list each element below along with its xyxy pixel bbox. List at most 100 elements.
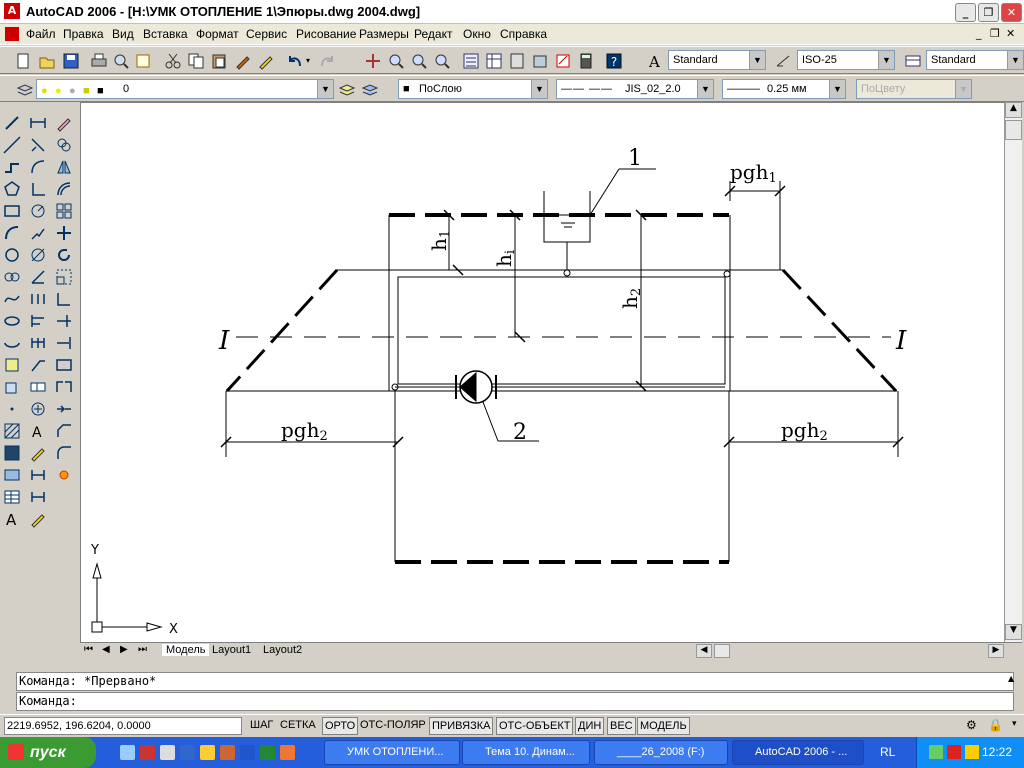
mirror-icon[interactable]	[55, 158, 73, 176]
tab-first-icon[interactable]: ⏮	[84, 644, 93, 655]
quicklaunch-ie-icon[interactable]	[120, 745, 135, 760]
menu-help[interactable]: Справка	[500, 27, 547, 41]
rotate-icon[interactable]	[55, 246, 73, 264]
quicklaunch-save-icon[interactable]	[140, 745, 155, 760]
dimension-text-edit-icon[interactable]	[29, 444, 47, 462]
dim-style-select[interactable]: ISO-25 ▼	[797, 50, 895, 70]
chevron-down-icon[interactable]: ▼	[1007, 51, 1023, 69]
diameter-dimension-icon[interactable]	[29, 246, 47, 264]
polygon-icon[interactable]	[3, 180, 21, 198]
linear-dimension-icon[interactable]	[29, 114, 47, 132]
layer-manager-icon[interactable]	[16, 80, 34, 98]
open-icon[interactable]	[38, 52, 56, 70]
multiline-text-icon[interactable]: A	[3, 510, 21, 528]
quicklaunch-explorer-icon[interactable]	[200, 745, 215, 760]
arc-icon[interactable]	[3, 224, 21, 242]
arc-length-icon[interactable]	[29, 158, 47, 176]
chevron-down-icon[interactable]: ▼	[317, 80, 333, 98]
tab-layout1[interactable]: Layout1	[212, 644, 251, 656]
quicklaunch-word-icon[interactable]	[240, 745, 255, 760]
quicklaunch-powerpoint-icon[interactable]	[280, 745, 295, 760]
ellipse-icon[interactable]	[3, 312, 21, 330]
model-toggle[interactable]: МОДЕЛЬ	[637, 717, 690, 735]
start-button[interactable]: пуск	[0, 737, 96, 768]
doc-minimize-button[interactable]: _	[976, 27, 982, 40]
aligned-dimension-icon[interactable]	[29, 136, 47, 154]
gradient-icon[interactable]	[3, 444, 21, 462]
tolerance-icon[interactable]	[29, 378, 47, 396]
tab-prev-icon[interactable]: ◀	[102, 644, 110, 655]
pan-icon[interactable]	[364, 52, 382, 70]
task-folder[interactable]: УМК ОТОПЛЕНИ...	[324, 740, 460, 765]
tool-palettes-icon[interactable]	[508, 52, 526, 70]
calculator-icon[interactable]	[577, 52, 595, 70]
dimension-edit-icon[interactable]: A	[29, 422, 47, 440]
hatch-icon[interactable]	[3, 422, 21, 440]
lineweight-select[interactable]: ——— 0.25 мм ▼	[722, 79, 846, 99]
lwt-toggle[interactable]: ВЕС	[607, 717, 636, 735]
scroll-down-icon[interactable]: ▼	[1005, 624, 1022, 640]
tab-layout2[interactable]: Layout2	[263, 644, 302, 656]
tray-security-icon[interactable]	[965, 745, 979, 759]
chevron-down-icon[interactable]: ▼	[878, 51, 894, 69]
ellipse-arc-icon[interactable]	[3, 334, 21, 352]
menu-draw[interactable]: Рисование	[296, 27, 356, 41]
copy-icon[interactable]	[187, 52, 205, 70]
zoom-window-icon[interactable]	[410, 52, 428, 70]
print-icon[interactable]	[90, 52, 108, 70]
move-icon[interactable]	[55, 224, 73, 242]
linetype-select[interactable]: —— —— JIS_02_2.0 ▼	[556, 79, 714, 99]
chamfer-icon[interactable]	[55, 422, 73, 440]
radius-dimension-icon[interactable]	[29, 202, 47, 220]
markup-icon[interactable]	[554, 52, 572, 70]
menu-modify[interactable]: Редакт	[414, 27, 452, 41]
drawing-canvas[interactable]: 1 2 pgh1 pgh2 pgh2 h1 hi h2 I I Y X	[80, 102, 1004, 642]
task-document[interactable]: Тема 10. Динам...	[462, 740, 590, 765]
scale-icon[interactable]	[55, 268, 73, 286]
ordinate-dimension-icon[interactable]	[29, 180, 47, 198]
toolbar-lock-icon[interactable]: 🔒	[988, 718, 1003, 732]
stretch-icon[interactable]	[55, 290, 73, 308]
cut-icon[interactable]	[164, 52, 182, 70]
polar-toggle[interactable]: ОТС-ПОЛЯР	[358, 717, 428, 735]
quicklaunch-media-icon[interactable]	[220, 745, 235, 760]
grid-toggle[interactable]: СЕТКА	[278, 717, 318, 735]
array-icon[interactable]	[55, 202, 73, 220]
task-autocad[interactable]: AutoCAD 2006 - ...	[732, 740, 864, 765]
copy-object-icon[interactable]	[55, 136, 73, 154]
command-input[interactable]: Команда:	[16, 692, 1014, 711]
make-current-layer-icon[interactable]	[338, 80, 356, 98]
design-center-icon[interactable]	[485, 52, 503, 70]
scroll-up-icon[interactable]: ▲	[1005, 102, 1022, 118]
minimize-button[interactable]: _	[955, 3, 976, 22]
menu-format[interactable]: Формат	[196, 27, 239, 41]
match-properties-icon[interactable]	[234, 52, 252, 70]
layer-previous-icon[interactable]	[361, 80, 379, 98]
menu-tools[interactable]: Сервис	[246, 27, 287, 41]
tab-next-icon[interactable]: ▶	[120, 644, 128, 655]
quicklaunch-app-icon[interactable]	[180, 745, 195, 760]
menu-view[interactable]: Вид	[112, 27, 134, 41]
save-icon[interactable]	[62, 52, 80, 70]
menu-edit[interactable]: Правка	[63, 27, 104, 41]
angular-dimension-icon[interactable]	[29, 268, 47, 286]
erase-icon[interactable]	[55, 114, 73, 132]
document-icon[interactable]	[5, 27, 19, 41]
help-icon[interactable]: ?	[605, 52, 623, 70]
undo-icon[interactable]	[286, 52, 304, 70]
block-editor-icon[interactable]	[257, 52, 275, 70]
explode-icon[interactable]	[55, 466, 73, 484]
zoom-previous-icon[interactable]	[433, 52, 451, 70]
quicklaunch-desktop-icon[interactable]	[160, 745, 175, 760]
tray-network-icon[interactable]	[929, 745, 943, 759]
chevron-down-icon[interactable]: ▼	[697, 80, 713, 98]
quick-leader-icon[interactable]	[29, 356, 47, 374]
tray-antivirus-icon[interactable]	[947, 745, 961, 759]
quick-dimension-icon[interactable]	[29, 290, 47, 308]
sheet-set-icon[interactable]	[531, 52, 549, 70]
publish-icon[interactable]	[134, 52, 152, 70]
quicklaunch-excel-icon[interactable]	[260, 745, 275, 760]
undo-dropdown-icon[interactable]: ▾	[306, 56, 310, 65]
construction-line-icon[interactable]	[3, 136, 21, 154]
redo-icon[interactable]	[318, 52, 336, 70]
